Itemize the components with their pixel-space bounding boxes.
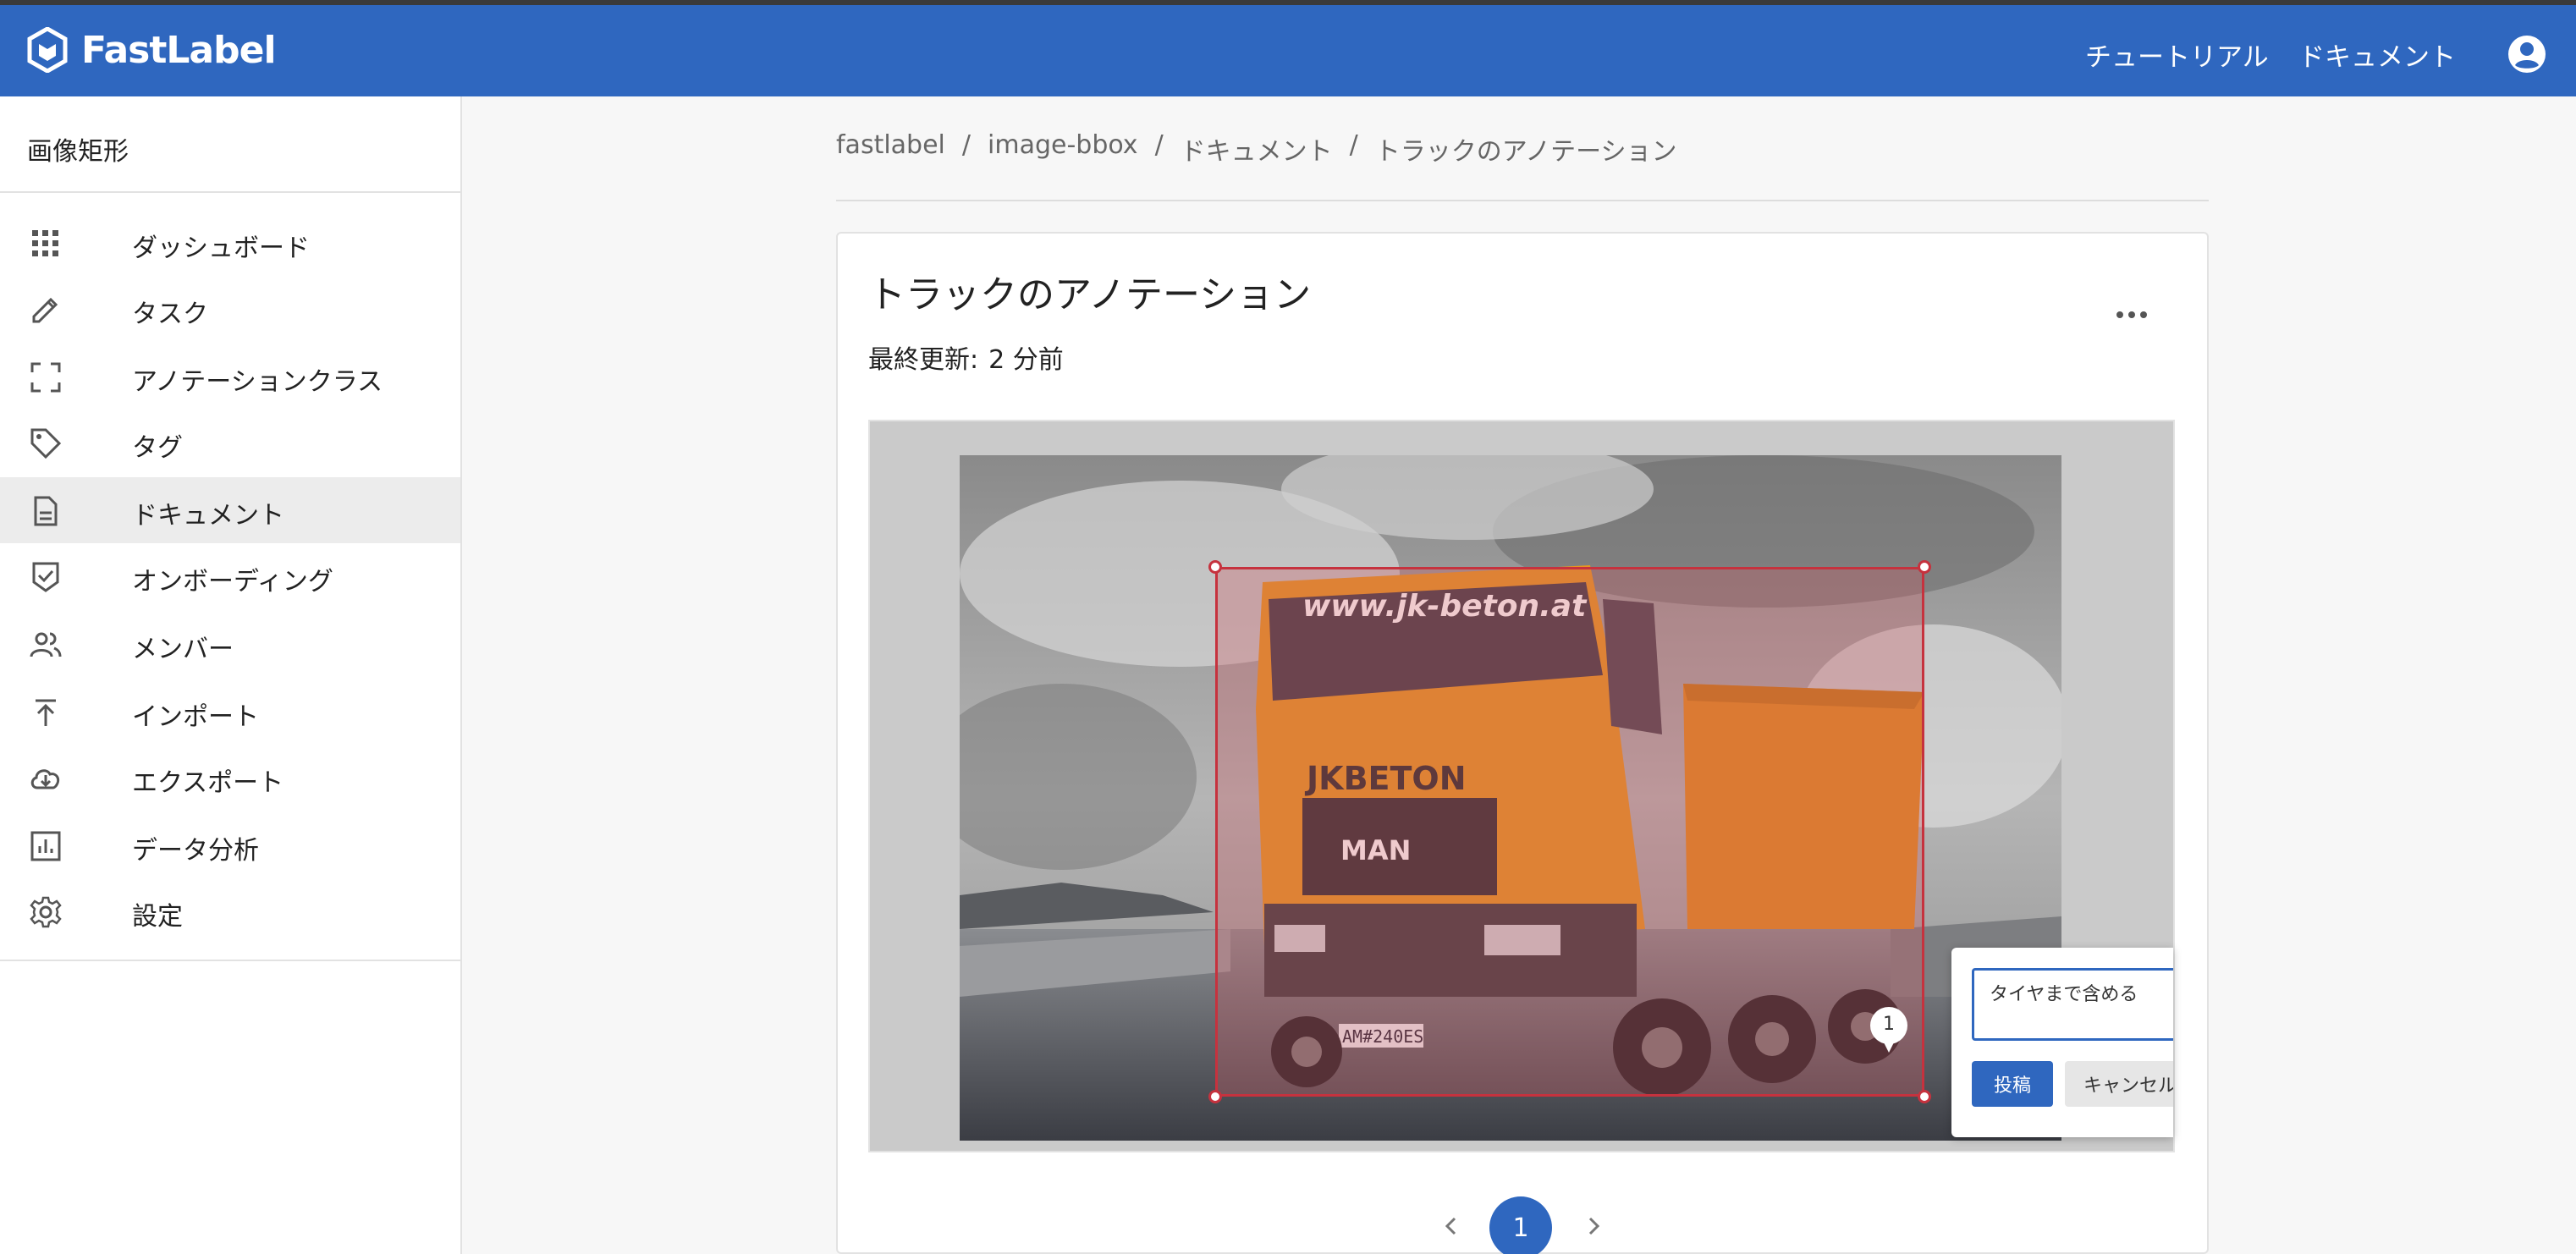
- breadcrumb: fastlabel / image-bbox / ドキュメント / トラックのア…: [836, 130, 1676, 168]
- pencil-icon: [32, 297, 58, 323]
- comment-input[interactable]: タイヤまで含める: [1972, 968, 2173, 1041]
- breadcrumb-separator: /: [1154, 130, 1164, 160]
- people-icon: [30, 632, 62, 657]
- tutorial-link[interactable]: チュートリアル: [2085, 36, 2269, 74]
- sidebar: 画像矩形 ダッシュボード タスク アノテーションクラス タグ ドキュメント オン…: [0, 96, 462, 1254]
- breadcrumb-separator: /: [1349, 130, 1358, 160]
- resize-handle-bottom-right[interactable]: [1918, 1090, 1931, 1103]
- sidebar-item-label: データ分析: [132, 836, 259, 866]
- page-title: トラックのアノテーション: [868, 273, 1312, 316]
- sidebar-item-label: インポート: [132, 702, 259, 732]
- comment-marker[interactable]: 1: [1869, 1007, 1909, 1053]
- sidebar-item-members[interactable]: メンバー: [0, 611, 460, 677]
- top-navigation-bar: FastLabel チュートリアル ドキュメント: [0, 5, 2576, 96]
- cancel-button[interactable]: キャンセル: [2065, 1061, 2173, 1107]
- sidebar-item-label: ドキュメント: [132, 501, 284, 531]
- documentation-link[interactable]: ドキュメント: [2298, 36, 2456, 74]
- pagination-current-page[interactable]: 1: [1489, 1196, 1552, 1254]
- sidebar-item-label: タグ: [132, 433, 183, 463]
- sidebar-divider: [0, 960, 462, 961]
- sidebar-item-label: エクスポート: [132, 768, 284, 798]
- cloud-download-icon: [30, 769, 60, 789]
- sidebar-item-label: オンボーディング: [132, 567, 333, 597]
- sidebar-item-documents[interactable]: ドキュメント: [0, 477, 460, 543]
- breadcrumb-current: トラックのアノテーション: [1374, 137, 1677, 167]
- sidebar-item-annotation-classes[interactable]: アノテーションクラス: [0, 344, 460, 410]
- document-icon: [34, 496, 58, 526]
- sidebar-item-label: 設定: [132, 902, 183, 932]
- account-circle-icon[interactable]: [2507, 34, 2547, 74]
- last-updated-value: 2 分前: [988, 345, 1064, 375]
- sidebar-item-onboarding[interactable]: オンボーディング: [0, 543, 460, 609]
- chevron-left-icon[interactable]: [1439, 1213, 1464, 1239]
- frame-corners-icon: [30, 362, 61, 393]
- sidebar-item-label: タスク: [132, 300, 208, 329]
- grid-icon: [32, 230, 58, 256]
- sidebar-divider: [0, 191, 462, 193]
- sidebar-item-tasks[interactable]: タスク: [0, 276, 460, 342]
- fastlabel-logo-icon: [27, 27, 68, 73]
- more-options-icon[interactable]: [2111, 298, 2153, 332]
- app-name: FastLabel: [81, 28, 277, 72]
- sidebar-item-export[interactable]: エクスポート: [0, 745, 460, 811]
- shield-check-icon: [32, 562, 59, 592]
- resize-handle-top-right[interactable]: [1918, 560, 1931, 574]
- sidebar-item-settings[interactable]: 設定: [0, 878, 460, 944]
- breadcrumb-divider: [836, 200, 2209, 201]
- sidebar-item-import[interactable]: インポート: [0, 679, 460, 745]
- sidebar-item-label: メンバー: [132, 635, 234, 664]
- breadcrumb-separator: /: [961, 130, 972, 160]
- comment-marker-number: 1: [1883, 1014, 1895, 1035]
- last-updated-label: 最終更新:: [868, 345, 979, 375]
- app-logo[interactable]: FastLabel: [27, 27, 277, 73]
- sidebar-item-label: アノテーションクラス: [132, 367, 383, 397]
- resize-handle-bottom-left[interactable]: [1208, 1090, 1222, 1103]
- breadcrumb-workspace[interactable]: fastlabel: [836, 130, 945, 168]
- sidebar-item-dashboard[interactable]: ダッシュボード: [0, 210, 460, 276]
- tag-icon: [30, 428, 62, 459]
- breadcrumb-project[interactable]: image-bbox: [988, 130, 1138, 168]
- sidebar-item-label: ダッシュボード: [132, 234, 310, 263]
- sidebar-item-tags[interactable]: タグ: [0, 410, 460, 476]
- sidebar-item-analytics[interactable]: データ分析: [0, 812, 460, 878]
- resize-handle-top-left[interactable]: [1208, 560, 1222, 574]
- gear-icon: [30, 896, 62, 928]
- upload-icon: [36, 699, 56, 726]
- last-updated: 最終更新: 2 分前: [868, 338, 1064, 376]
- chart-icon: [30, 831, 61, 861]
- chevron-right-icon[interactable]: [1581, 1213, 1606, 1239]
- post-button[interactable]: 投稿: [1972, 1061, 2053, 1107]
- breadcrumb-documents[interactable]: ドキュメント: [1181, 130, 1333, 168]
- comment-popup: タイヤまで含める 投稿 キャンセル: [1951, 948, 2173, 1137]
- project-title: 画像矩形: [27, 137, 129, 167]
- bounding-box-annotation[interactable]: [1208, 560, 1931, 1103]
